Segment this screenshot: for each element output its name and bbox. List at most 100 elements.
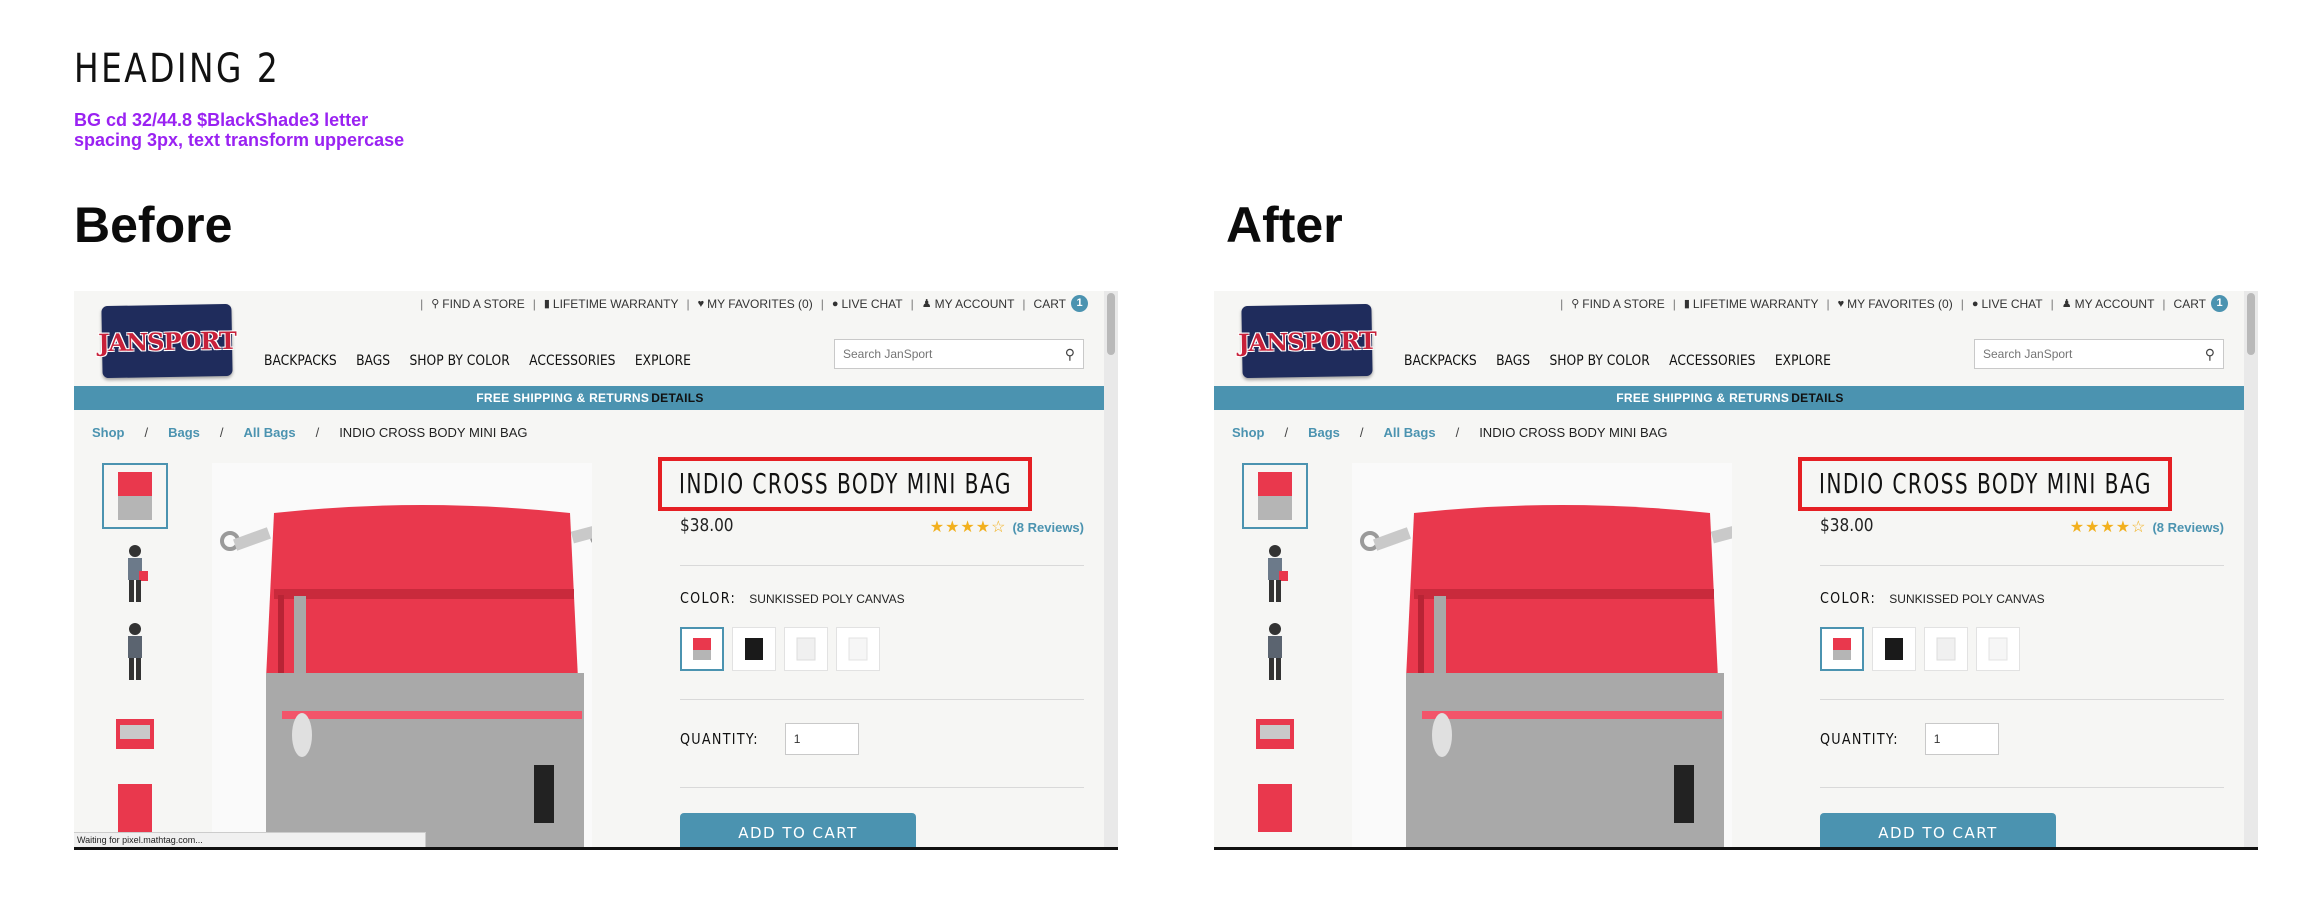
nav-backpacks[interactable]: BACKPACKS (1404, 353, 1477, 369)
breadcrumb-current: INDIO CROSS BODY MINI BAG (339, 425, 528, 440)
search-icon[interactable]: ⚲ (1065, 346, 1075, 363)
add-to-cart-button[interactable]: ADD TO CART (1820, 813, 2056, 847)
nav-explore[interactable]: EXPLORE (635, 353, 691, 369)
nav-shop-by-color[interactable]: SHOP BY COLOR (409, 353, 509, 369)
logo-text: JANSPORT (97, 325, 237, 357)
nav-backpacks[interactable]: BACKPACKS (264, 353, 337, 369)
nav-accessories[interactable]: ACCESSORIES (529, 353, 615, 369)
nav-bags[interactable]: BAGS (356, 353, 390, 369)
thumbnail-open[interactable] (1242, 697, 1308, 763)
cart-count-badge: 1 (2211, 295, 2228, 312)
site-page: | ⚲ FIND A STORE | ▮ LIFETIME WARRANTY | ♥ MY … (74, 291, 1106, 847)
cart-link[interactable]: CART (1034, 297, 1066, 311)
title-highlight-box (658, 457, 1032, 511)
quantity-row: QUANTITY: (1820, 723, 1999, 755)
reviews-link[interactable]: (8 Reviews) (2152, 520, 2224, 535)
thumbnail-model-side[interactable] (102, 541, 168, 607)
promo-details-link[interactable]: DETAILS (1791, 391, 1844, 405)
swatch-white[interactable] (1924, 627, 1968, 671)
color-swatches (680, 627, 880, 671)
thumbnail-list (1242, 463, 1312, 847)
doc-heading: HEADING 2 (74, 46, 281, 92)
site-page: | ⚲ FIND A STORE | ▮ LIFETIME WARRANTY | ♥ MY … (1214, 291, 2246, 847)
chat-bubble-icon: ● (831, 297, 839, 310)
live-chat-link[interactable]: LIVE CHAT (842, 297, 903, 311)
quantity-label: QUANTITY: (680, 730, 759, 748)
thumbnail-model-side[interactable] (1242, 541, 1308, 607)
location-pin-icon: ⚲ (1571, 298, 1580, 310)
search-icon[interactable]: ⚲ (2205, 346, 2215, 363)
promo-banner: FREE SHIPPING & RETURNS DETAILS (74, 386, 1106, 410)
favorites-link[interactable]: MY FAVORITES (0) (1847, 297, 1953, 311)
color-value: SUNKISSED POLY CANVAS (749, 592, 905, 606)
divider (680, 565, 1084, 566)
color-value: SUNKISSED POLY CANVAS (1889, 592, 2045, 606)
scrollbar-thumb[interactable] (1107, 293, 1115, 355)
after-screenshot: | ⚲ FIND A STORE | ▮ LIFETIME WARRANTY | ♥ MY … (1214, 291, 2258, 850)
warranty-link[interactable]: LIFETIME WARRANTY (553, 297, 679, 311)
product-price: $38.00 (1820, 515, 1874, 536)
search-input[interactable] (835, 340, 1061, 368)
breadcrumb-shop[interactable]: Shop (1232, 425, 1265, 440)
swatch-white[interactable] (784, 627, 828, 671)
find-store-link[interactable]: FIND A STORE (442, 297, 524, 311)
user-icon: ♟ (2061, 298, 2072, 310)
swatch-pattern[interactable] (836, 627, 880, 671)
breadcrumb-shop[interactable]: Shop (92, 425, 125, 440)
search-box: ⚲ (1974, 339, 2224, 369)
reviews-link[interactable]: (8 Reviews) (1012, 520, 1084, 535)
product-image (1352, 463, 1743, 847)
live-chat-link[interactable]: LIVE CHAT (1982, 297, 2043, 311)
jansport-logo[interactable]: JANSPORT (98, 303, 236, 379)
quantity-input[interactable] (784, 723, 859, 755)
swatch-black[interactable] (732, 627, 776, 671)
account-link[interactable]: MY ACCOUNT (935, 297, 1015, 311)
heart-icon: ♥ (697, 297, 705, 310)
scrollbar-thumb[interactable] (2247, 293, 2255, 355)
thumbnail-front[interactable] (102, 463, 168, 529)
find-store-link[interactable]: FIND A STORE (1582, 297, 1664, 311)
nav-accessories[interactable]: ACCESSORIES (1669, 353, 1755, 369)
warranty-link[interactable]: LIFETIME WARRANTY (1693, 297, 1819, 311)
color-label: COLOR: (680, 589, 737, 607)
breadcrumb: Shop / Bags / All Bags / INDIO CROSS BODY M… (1232, 425, 1668, 440)
swatch-pattern[interactable] (1976, 627, 2020, 671)
breadcrumb-all-bags[interactable]: All Bags (1384, 425, 1436, 440)
promo-details-link[interactable]: DETAILS (651, 391, 704, 405)
nav-explore[interactable]: EXPLORE (1775, 353, 1831, 369)
thumbnail-open[interactable] (102, 697, 168, 763)
color-label: COLOR: (1820, 589, 1877, 607)
scrollbar[interactable] (2244, 291, 2258, 847)
search-box: ⚲ (834, 339, 1084, 369)
breadcrumb: Shop / Bags / All Bags / INDIO CROSS BODY M… (92, 425, 528, 440)
rating-stars: ★★★★☆ (2069, 519, 2147, 536)
cart-count-badge: 1 (1071, 295, 1088, 312)
thumbnail-front[interactable] (1242, 463, 1308, 529)
breadcrumb-bags[interactable]: Bags (168, 425, 200, 440)
promo-banner: FREE SHIPPING & RETURNS DETAILS (1214, 386, 2246, 410)
nav-bags[interactable]: BAGS (1496, 353, 1530, 369)
search-input[interactable] (1975, 340, 2201, 368)
rating: ★★★★☆ (8 Reviews) (930, 517, 1084, 537)
add-to-cart-button[interactable]: ADD TO CART (680, 813, 916, 847)
thumbnail-model-back[interactable] (102, 619, 168, 685)
divider (1820, 787, 2224, 788)
jansport-logo[interactable]: JANSPORT (1238, 303, 1376, 379)
cart-link[interactable]: CART (2174, 297, 2206, 311)
swatch-red[interactable] (1820, 627, 1864, 671)
breadcrumb-bags[interactable]: Bags (1308, 425, 1340, 440)
swatch-red[interactable] (680, 627, 724, 671)
thumbnail-flat[interactable] (1242, 775, 1308, 841)
swatch-black[interactable] (1872, 627, 1916, 671)
nav-shop-by-color[interactable]: SHOP BY COLOR (1549, 353, 1649, 369)
scrollbar[interactable] (1104, 291, 1118, 847)
divider (1820, 565, 2224, 566)
account-link[interactable]: MY ACCOUNT (2075, 297, 2155, 311)
quantity-input[interactable] (1924, 723, 1999, 755)
breadcrumb-all-bags[interactable]: All Bags (244, 425, 296, 440)
before-label: Before (74, 197, 233, 253)
thumbnail-model-back[interactable] (1242, 619, 1308, 685)
product-price: $38.00 (680, 515, 734, 536)
promo-text: FREE SHIPPING & RETURNS (476, 391, 650, 405)
favorites-link[interactable]: MY FAVORITES (0) (707, 297, 813, 311)
